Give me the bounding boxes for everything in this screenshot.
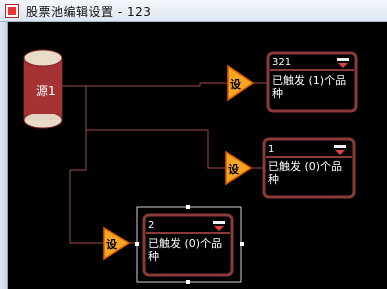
trigger-3[interactable] bbox=[103, 226, 131, 261]
resize-handle-left[interactable] bbox=[135, 242, 139, 246]
resize-handle-top[interactable] bbox=[186, 205, 190, 209]
connector-to-trigger-2 bbox=[85, 86, 226, 169]
source-cylinder[interactable] bbox=[23, 49, 63, 129]
connector-to-trigger-1 bbox=[62, 82, 228, 87]
resize-handle-bottom[interactable] bbox=[186, 280, 190, 284]
node-2[interactable] bbox=[262, 137, 356, 199]
flow-diagram bbox=[23, 49, 358, 284]
trigger-2[interactable] bbox=[225, 150, 253, 186]
node-1[interactable] bbox=[266, 51, 358, 113]
resize-handle-right[interactable] bbox=[240, 242, 244, 246]
trigger-1[interactable] bbox=[227, 64, 255, 102]
node-3[interactable] bbox=[142, 213, 234, 277]
connector-to-trigger-3 bbox=[69, 130, 104, 244]
